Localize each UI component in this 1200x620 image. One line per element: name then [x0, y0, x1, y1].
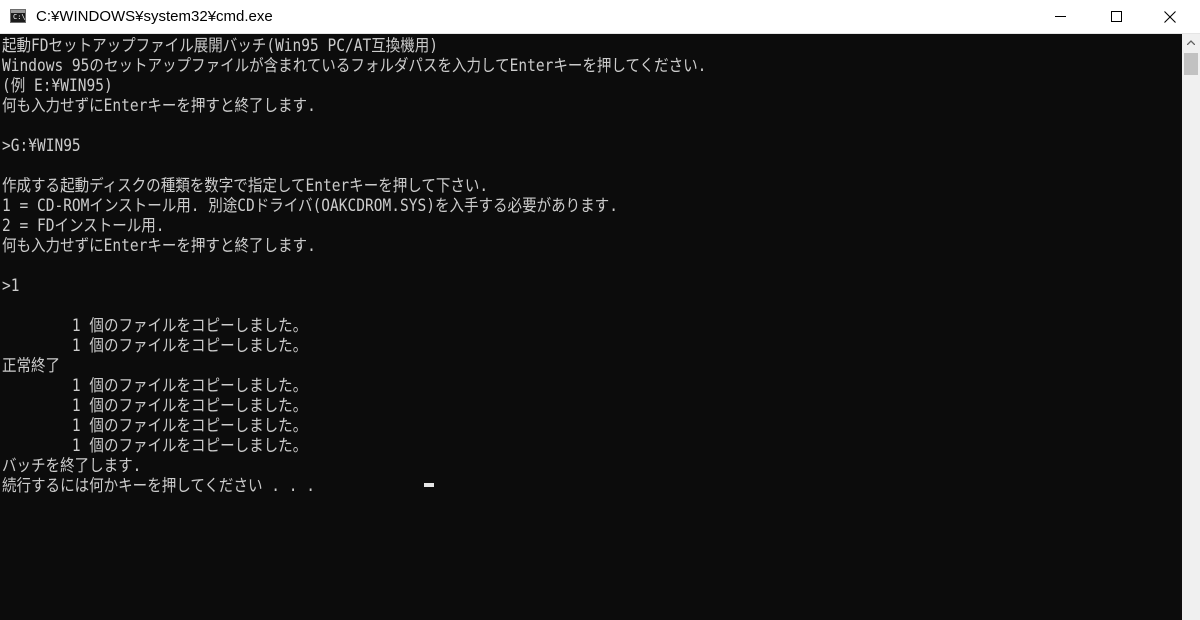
window-title: C:¥WINDOWS¥system32¥cmd.exe [36, 8, 273, 25]
console-line: 1 個のファイルをコピーしました。 [2, 376, 308, 395]
console-line: 1 個のファイルをコピーしました。 [2, 316, 308, 335]
console-line: バッチを終了します. [2, 456, 142, 475]
console-line: 何も入力せずにEnterキーを押すと終了します. [2, 96, 316, 115]
app-icon-label: C:\ [13, 13, 26, 21]
console-line: 正常終了 [2, 356, 61, 375]
console-line: 1 個のファイルをコピーしました。 [2, 336, 308, 355]
console-line: 1 個のファイルをコピーしました。 [2, 416, 308, 435]
console-line: 1 = CD-ROMインストール用. 別途CDドライバ(OAKCDROM.SYS… [2, 196, 618, 215]
console-line: 何も入力せずにEnterキーを押すと終了します. [2, 236, 316, 255]
cmd-window: C:\ C:¥WINDOWS¥system32¥cmd.exe 起動FDセットア… [0, 0, 1200, 620]
maximize-button[interactable] [1093, 0, 1139, 33]
minimize-icon [1055, 16, 1066, 17]
minimize-button[interactable] [1037, 0, 1083, 33]
console-line: 起動FDセットアップファイル展開バッチ(Win95 PC/AT互換機用) [2, 36, 439, 55]
console-output[interactable]: 起動FDセットアップファイル展開バッチ(Win95 PC/AT互換機用) Win… [0, 34, 1182, 620]
console-prompt-line: 続行するには何かキーを押してください . . . [2, 476, 324, 495]
console-line: >1 [2, 276, 20, 295]
console-line: (例 E:¥WIN95) [2, 76, 113, 95]
console-line: 1 個のファイルをコピーしました。 [2, 396, 308, 415]
text-cursor [424, 483, 434, 487]
arrow-up-icon [1187, 40, 1195, 45]
vertical-scrollbar[interactable] [1182, 34, 1200, 620]
cmd-app-icon[interactable]: C:\ [10, 9, 26, 23]
console-line: >G:¥WIN95 [2, 136, 81, 155]
close-icon [1164, 11, 1176, 23]
scroll-up-button[interactable] [1182, 34, 1200, 51]
console-line: 1 個のファイルをコピーしました。 [2, 436, 308, 455]
console-line: 作成する起動ディスクの種類を数字で指定してEnterキーを押して下さい. [2, 176, 489, 195]
console-line: 2 = FDインストール用. [2, 216, 165, 235]
title-bar[interactable]: C:\ C:¥WINDOWS¥system32¥cmd.exe [0, 0, 1200, 34]
console-line: Windows 95のセットアップファイルが含まれているフォルダパスを入力してE… [2, 56, 707, 75]
close-button[interactable] [1147, 0, 1193, 33]
scroll-thumb[interactable] [1184, 53, 1198, 75]
maximize-icon [1111, 11, 1122, 22]
